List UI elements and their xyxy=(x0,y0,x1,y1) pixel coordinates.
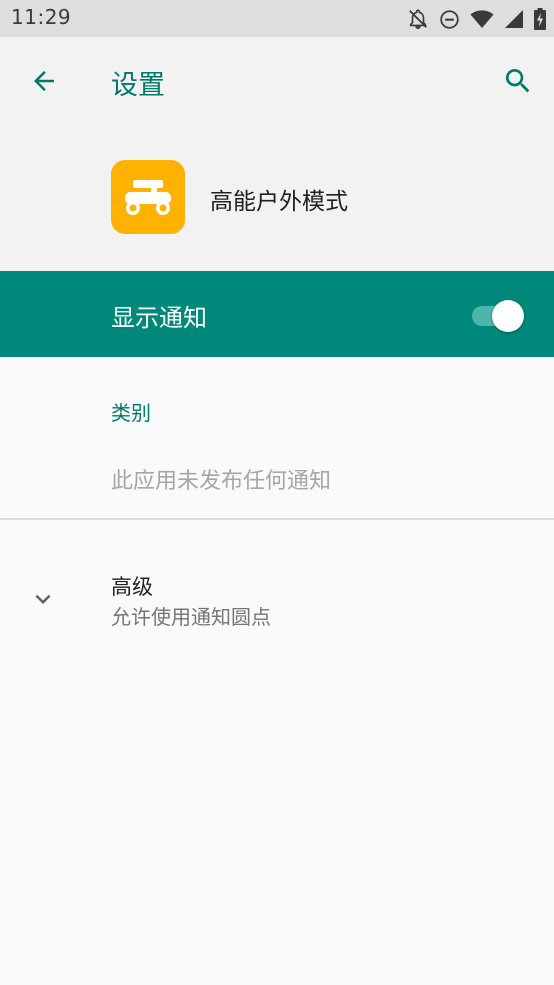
switch-thumb xyxy=(492,300,524,332)
app-bar: 设置 xyxy=(0,37,554,124)
status-time: 11:29 xyxy=(11,5,72,29)
app-icon xyxy=(111,160,185,234)
search-icon xyxy=(505,69,530,93)
settings-screen: 11:29 设置 高能户外模式 显示通知 类别 此应用未发布任何通知 高级 允许… xyxy=(0,0,554,985)
app-name: 高能户外模式 xyxy=(210,189,348,215)
search-button[interactable] xyxy=(496,59,540,103)
status-bar: 11:29 xyxy=(0,0,554,37)
categories-header: 类别 xyxy=(111,401,151,425)
divider xyxy=(0,518,554,520)
advanced-summary: 允许使用通知圆点 xyxy=(111,605,271,629)
status-icons xyxy=(407,6,546,32)
chevron-down-icon xyxy=(22,578,64,620)
show-notifications-label: 显示通知 xyxy=(111,304,207,332)
scooter-icon xyxy=(125,180,171,215)
notifications-off-icon xyxy=(407,8,429,30)
show-notifications-row[interactable]: 显示通知 xyxy=(0,271,554,357)
show-notifications-switch[interactable] xyxy=(472,300,526,332)
do-not-disturb-icon xyxy=(439,9,460,30)
wifi-icon xyxy=(470,9,494,29)
arrow-back-icon xyxy=(34,71,54,91)
page-title: 设置 xyxy=(111,70,165,101)
cellular-signal-icon xyxy=(504,9,524,29)
back-button[interactable] xyxy=(22,59,66,103)
app-header: 高能户外模式 xyxy=(0,124,554,271)
battery-charging-icon xyxy=(534,8,546,30)
categories-empty-text: 此应用未发布任何通知 xyxy=(111,469,332,494)
advanced-row[interactable]: 高级 允许使用通知圆点 xyxy=(0,548,554,648)
advanced-title: 高级 xyxy=(111,575,153,599)
